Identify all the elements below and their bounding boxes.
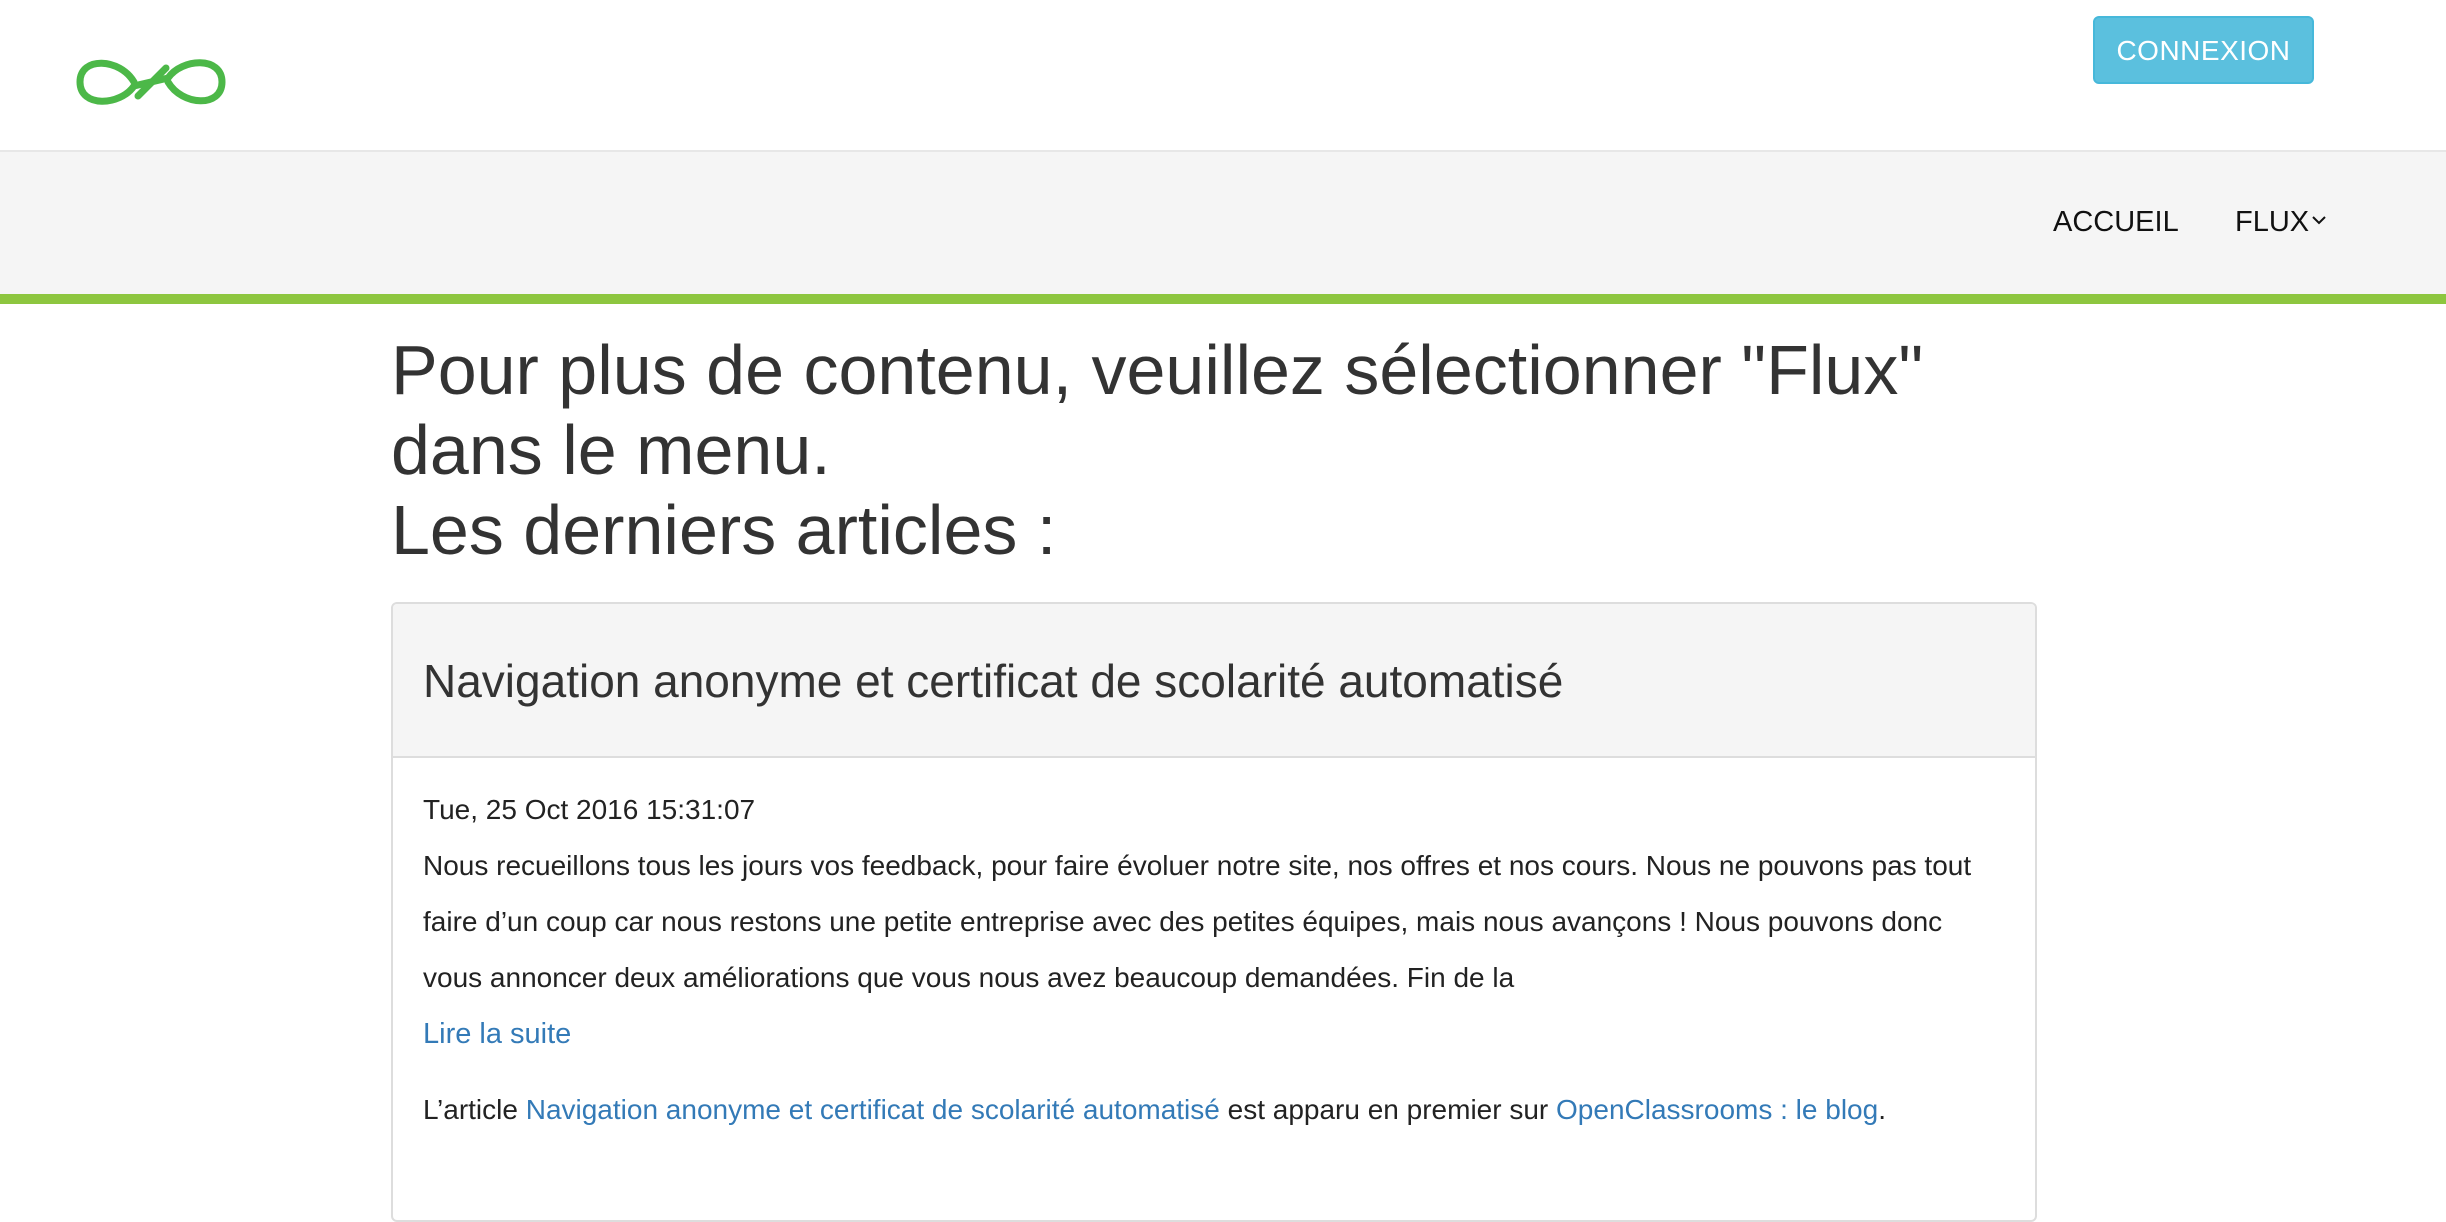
intro-line-1: Pour plus de contenu, veuillez sélection… <box>391 331 1924 489</box>
article-date: Tue, 25 Oct 2016 15:31:07 <box>423 794 756 825</box>
article-card-heading: Navigation anonyme et certificat de scol… <box>393 604 2035 758</box>
navbar-accent-line <box>0 294 2446 304</box>
article-card: Navigation anonyme et certificat de scol… <box>391 602 2037 1222</box>
footnote-middle: est apparu en premier sur <box>1219 1094 1557 1125</box>
nav-item-accueil[interactable]: ACCUEIL <box>2053 200 2179 244</box>
footnote-prefix: L’article <box>423 1094 526 1125</box>
nav-item-label: FLUX <box>2235 206 2310 238</box>
article-title: Navigation anonyme et certificat de scol… <box>423 655 1564 707</box>
footnote-suffix: . <box>1878 1094 1886 1125</box>
main-content: Pour plus de contenu, veuillez sélection… <box>391 330 2037 570</box>
chevron-down-icon <box>2312 216 2326 225</box>
intro-line-2: Les derniers articles : <box>391 491 1057 569</box>
infinity-logo-icon[interactable] <box>74 50 228 114</box>
top-header: CONNEXION <box>0 0 2446 152</box>
login-button[interactable]: CONNEXION <box>2093 16 2314 84</box>
article-footnote: L’article Navigation anonyme et certific… <box>423 1082 2005 1138</box>
read-more-link[interactable]: Lire la suite <box>423 1006 571 1062</box>
article-excerpt: Nous recueillons tous les jours vos feed… <box>423 850 1972 993</box>
article-card-body: Tue, 25 Oct 2016 15:31:07 Nous recueillo… <box>393 758 2035 1138</box>
blog-link[interactable]: OpenClassrooms : le blog <box>1556 1094 1878 1125</box>
page-intro: Pour plus de contenu, veuillez sélection… <box>391 330 2037 570</box>
article-link[interactable]: Navigation anonyme et certificat de scol… <box>526 1094 1220 1125</box>
nav-item-flux[interactable]: FLUX <box>2235 200 2327 244</box>
nav-item-label: ACCUEIL <box>2053 206 2179 238</box>
